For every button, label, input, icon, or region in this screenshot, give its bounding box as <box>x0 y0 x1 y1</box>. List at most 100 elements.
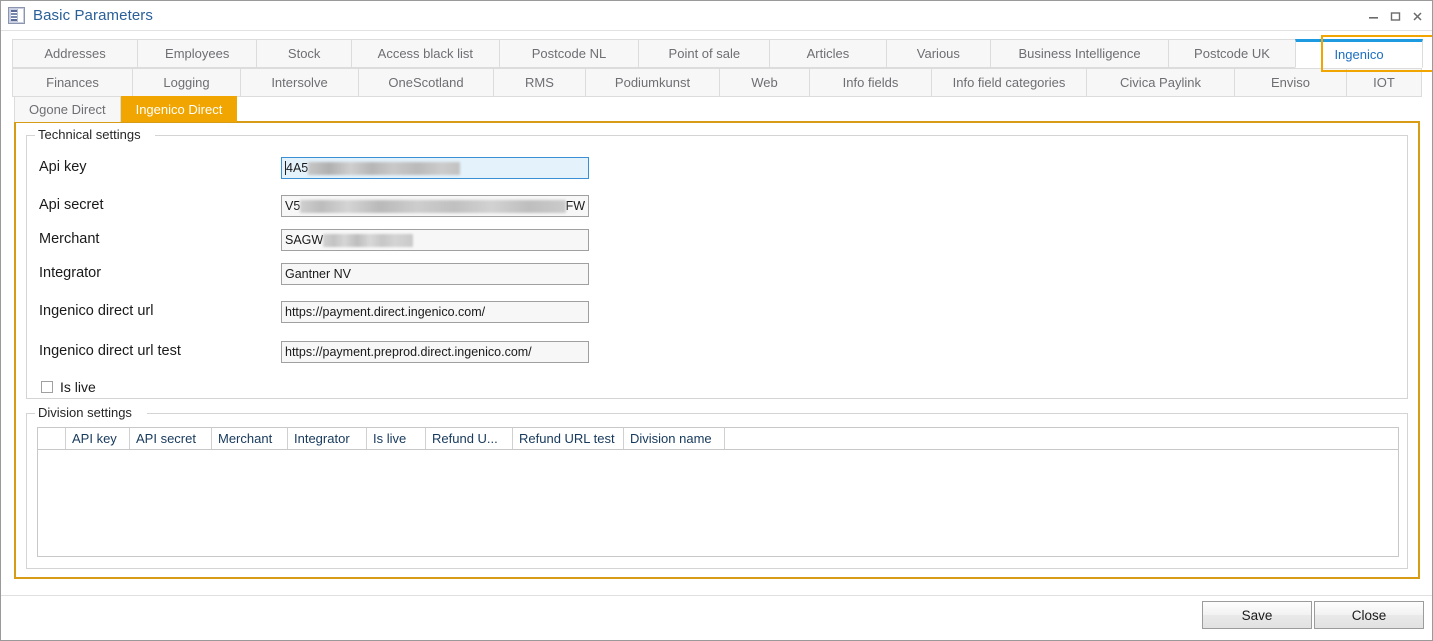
tab-label: Postcode UK <box>1194 46 1270 61</box>
is-live-label: Is live <box>60 379 96 395</box>
main-tab-strip: Addresses Employees Stock Access black list… <box>12 39 1423 97</box>
save-button[interactable]: Save <box>1202 601 1312 629</box>
tab-point-of-sale[interactable]: Point of sale <box>638 39 769 68</box>
tab-onescotland[interactable]: OneScotland <box>358 68 493 97</box>
tab-label: IOT <box>1373 75 1395 90</box>
tab-row-primary: Addresses Employees Stock Access black list… <box>12 39 1423 68</box>
field-label-text: Api key <box>39 159 87 175</box>
tab-label: Intersolve <box>271 75 327 90</box>
field-label-merchant: Merchant <box>39 231 99 247</box>
tab-finances[interactable]: Finances <box>12 68 132 97</box>
field-input-ingenico-direct-url-test[interactable]: https://payment.preprod.direct.ingenico.… <box>281 341 589 363</box>
tab-addresses[interactable]: Addresses <box>12 39 137 68</box>
subtab-ingenico-direct[interactable]: Ingenico Direct <box>121 96 238 122</box>
grid-column-header-integrator[interactable]: Integrator <box>288 428 367 449</box>
title-bar: Basic Parameters <box>1 1 1432 31</box>
redacted-value <box>300 200 565 213</box>
division-settings-grid[interactable]: API key API secret Merchant Integrator Is li… <box>37 427 1399 557</box>
tab-label: Enviso <box>1271 75 1310 90</box>
tab-iot[interactable]: IOT <box>1346 68 1422 97</box>
field-value: https://payment.preprod.direct.ingenico.… <box>285 345 532 359</box>
field-input-integrator[interactable]: Gantner NV <box>281 263 589 285</box>
grid-column-header-refund-u-[interactable]: Refund U... <box>426 428 513 449</box>
page-title: Basic Parameters <box>33 7 153 24</box>
grid-column-header-division-name[interactable]: Division name <box>624 428 725 449</box>
field-value: 4A5 <box>286 161 308 175</box>
sub-tab-strip: Ogone Direct Ingenico Direct <box>14 96 237 122</box>
tab-label: RMS <box>525 75 554 90</box>
field-value: V5 <box>285 199 300 213</box>
grid-column-label: Merchant <box>218 431 272 446</box>
grid-column-label: API key <box>72 431 117 446</box>
dialog-footer: Save Close <box>1 595 1432 640</box>
tab-ingenico[interactable]: Ingenico <box>1295 39 1423 68</box>
is-live-checkbox[interactable] <box>41 381 53 393</box>
subtab-ogone-direct[interactable]: Ogone Direct <box>14 96 121 122</box>
tab-rms[interactable]: RMS <box>493 68 585 97</box>
tab-info-field-categories[interactable]: Info field categories <box>931 68 1086 97</box>
field-input-api-key[interactable]: 4A5 <box>281 157 589 179</box>
field-value-suffix: FW <box>566 199 585 213</box>
subtab-label: Ingenico Direct <box>136 102 223 117</box>
tab-label: Stock <box>288 46 321 61</box>
tab-business-intelligence[interactable]: Business Intelligence <box>990 39 1168 68</box>
tab-logging[interactable]: Logging <box>132 68 240 97</box>
field-input-ingenico-direct-url[interactable]: https://payment.direct.ingenico.com/ <box>281 301 589 323</box>
grid-column-label: Refund U... <box>432 431 498 446</box>
tab-various[interactable]: Various <box>886 39 991 68</box>
tab-access-black-list[interactable]: Access black list <box>351 39 499 68</box>
field-label-text: Api secret <box>39 197 103 213</box>
close-button[interactable]: Close <box>1314 601 1424 629</box>
division-settings-group: Division settings API keyAPI secretMerch… <box>26 413 1408 569</box>
grid-column-header-api-secret[interactable]: API secret <box>130 428 212 449</box>
grid-column-label: Refund URL test <box>519 431 615 446</box>
field-input-merchant[interactable]: SAGW <box>281 229 589 251</box>
field-label-ingenico-direct-url: Ingenico direct url <box>39 303 153 319</box>
tab-label: Logging <box>163 75 209 90</box>
grid-column-header-refund-url-test[interactable]: Refund URL test <box>513 428 624 449</box>
tab-label: Civica Paylink <box>1120 75 1201 90</box>
grid-column-header-is-live[interactable]: Is live <box>367 428 426 449</box>
minimize-icon[interactable] <box>1362 5 1384 27</box>
grid-column-label: API secret <box>136 431 196 446</box>
technical-settings-group: Technical settings Api key4A5Api secretV… <box>26 135 1408 399</box>
tab-label: Web <box>751 75 778 90</box>
is-live-checkbox-row[interactable]: Is live <box>41 379 96 395</box>
field-value: SAGW <box>285 233 323 247</box>
tab-label: Articles <box>807 46 850 61</box>
tab-label: Addresses <box>44 46 105 61</box>
grid-column-label: Integrator <box>294 431 350 446</box>
tab-label: OneScotland <box>388 75 463 90</box>
tab-stock[interactable]: Stock <box>256 39 351 68</box>
field-label-api-secret: Api secret <box>39 197 103 213</box>
maximize-icon[interactable] <box>1384 5 1406 27</box>
grid-column-header-merchant[interactable]: Merchant <box>212 428 288 449</box>
tab-employees[interactable]: Employees <box>137 39 256 68</box>
field-label-integrator: Integrator <box>39 265 101 281</box>
tab-label: Access black list <box>378 46 473 61</box>
field-label-text: Ingenico direct url <box>39 303 153 319</box>
grid-row-selector-header[interactable] <box>38 428 66 449</box>
tab-postcode-uk[interactable]: Postcode UK <box>1168 39 1295 68</box>
close-icon[interactable] <box>1406 5 1428 27</box>
tab-postcode-nl[interactable]: Postcode NL <box>499 39 639 68</box>
tab-intersolve[interactable]: Intersolve <box>240 68 358 97</box>
tab-info-fields[interactable]: Info fields <box>809 68 931 97</box>
tab-enviso[interactable]: Enviso <box>1234 68 1346 97</box>
tab-articles[interactable]: Articles <box>769 39 885 68</box>
grid-column-header-api-key[interactable]: API key <box>66 428 130 449</box>
tab-label: Info fields <box>843 75 899 90</box>
grid-header-row: API key API secret Merchant Integrator Is li… <box>38 428 1398 450</box>
grid-body[interactable] <box>38 450 1398 557</box>
tab-label: Podiumkunst <box>615 75 690 90</box>
field-input-api-secret[interactable]: V5 FW <box>281 195 589 217</box>
tab-web[interactable]: Web <box>719 68 809 97</box>
field-label-ingenico-direct-url-test: Ingenico direct url test <box>39 343 181 359</box>
grid-column-label: Division name <box>630 431 712 446</box>
field-label-text: Ingenico direct url test <box>39 343 181 359</box>
tab-label: Info field categories <box>953 75 1066 90</box>
tab-label: Employees <box>165 46 229 61</box>
field-label-text: Merchant <box>39 231 99 247</box>
tab-civica-paylink[interactable]: Civica Paylink <box>1086 68 1234 97</box>
tab-podiumkunst[interactable]: Podiumkunst <box>585 68 719 97</box>
